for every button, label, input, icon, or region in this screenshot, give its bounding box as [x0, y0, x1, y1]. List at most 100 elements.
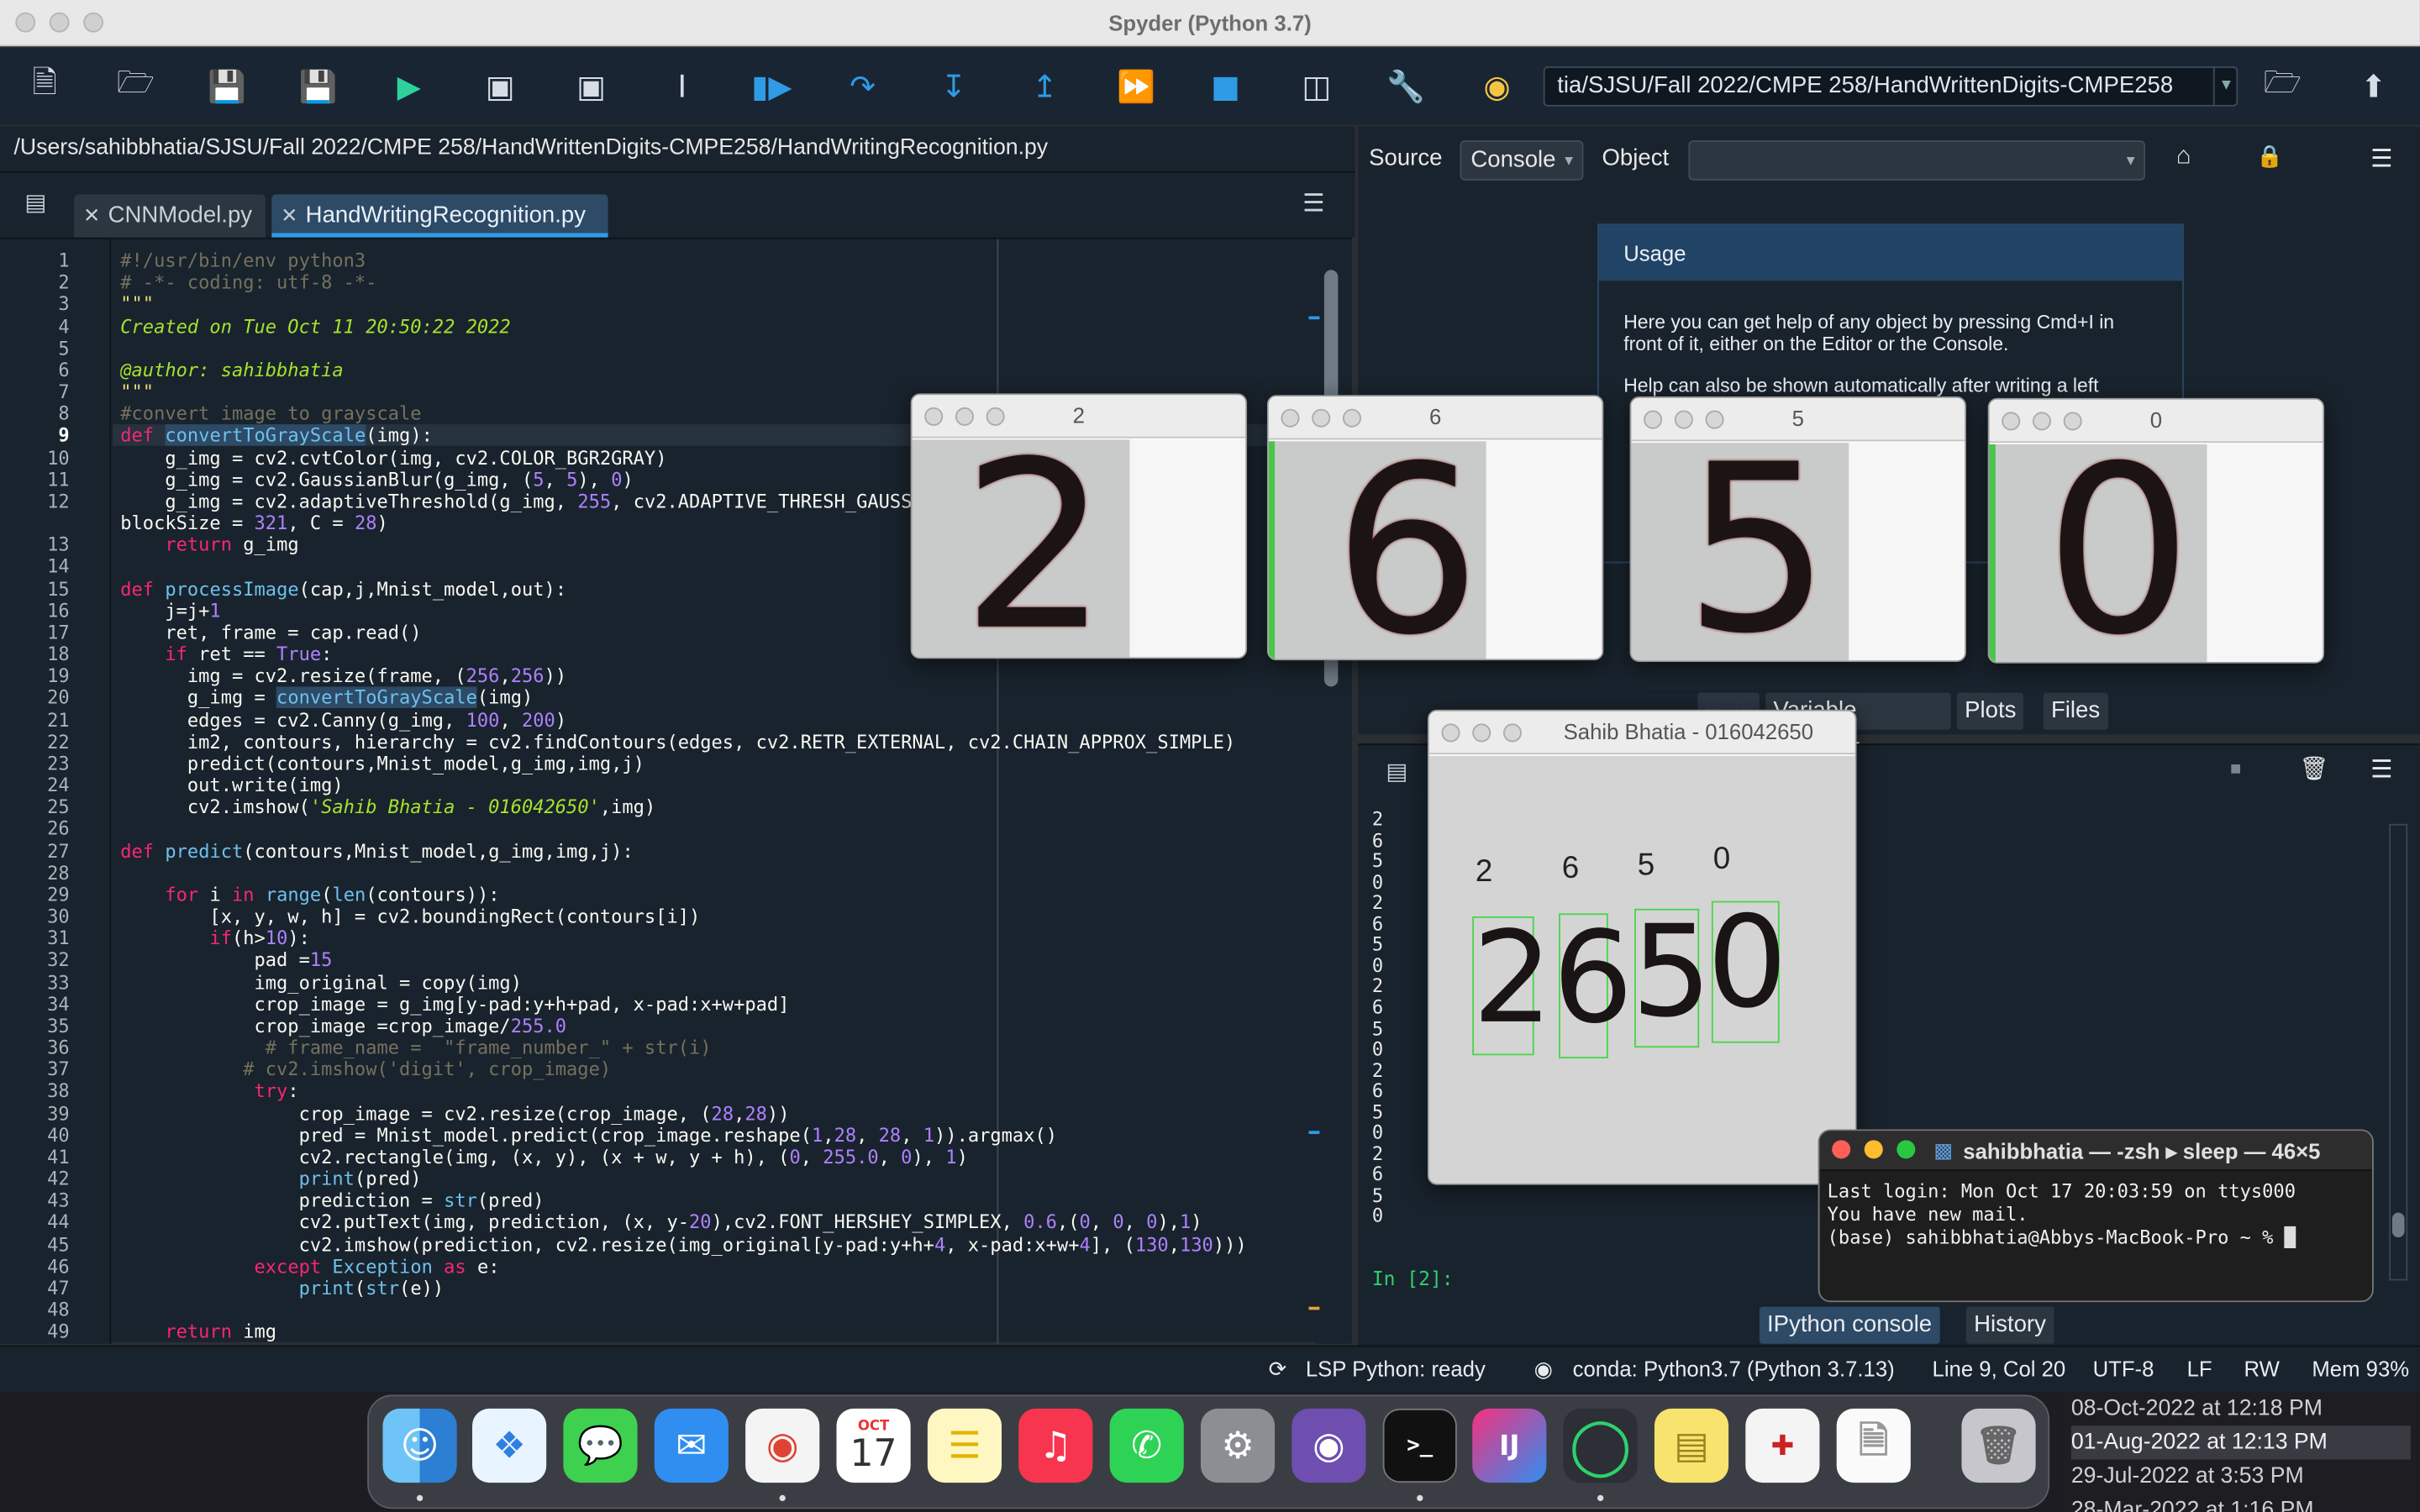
console-output-line: 6 [1371, 912, 1384, 935]
terminal-prompt[interactable]: (base) sahibbhatia@Abbys-MacBook-Pro ~ %… [1828, 1226, 2296, 1248]
help-options-menu-icon[interactable]: ☰ [2370, 144, 2392, 175]
document-icon[interactable]: 🗎 [1836, 1408, 1911, 1483]
stickies-icon[interactable]: ▤ [1654, 1408, 1729, 1483]
file-list-item[interactable]: 28-Mar-2022 at 1:16 PM [2071, 1494, 2411, 1512]
digit-window-title: 5 [1791, 406, 1804, 431]
close-tab-icon[interactable]: ✕ [83, 194, 100, 237]
code-line: j=j+1 [120, 599, 221, 622]
line-number: 1 [58, 249, 70, 272]
terminal-prompt-text: (base) sahibbhatia@Abbys-MacBook-Pro ~ % [1827, 1226, 2285, 1248]
notes-icon[interactable]: ☰ [927, 1408, 1002, 1483]
digit-window-titlebar[interactable]: 2 [912, 395, 1246, 438]
main-frame-titlebar[interactable]: Sahib Bhatia - 016042650 [1428, 711, 1855, 755]
debug-icon[interactable]: ▮▶ [751, 66, 792, 107]
python-path-icon[interactable]: ◉ [1477, 66, 1518, 107]
console-prompt[interactable]: In [2]: [1372, 1267, 1454, 1290]
chrome-icon[interactable]: ◉ [745, 1408, 820, 1483]
terminal-line: Last login: Mon Oct 17 20:03:59 on ttys0… [1827, 1180, 2296, 1202]
close-window-button[interactable] [1832, 1140, 1851, 1159]
digit-window-titlebar[interactable]: 0 [1989, 399, 2323, 444]
stop-icon[interactable]: ■ [1205, 66, 1245, 107]
lock-icon[interactable]: 🔒 [2256, 144, 2283, 170]
stop-kernel-icon[interactable]: ■ [2230, 758, 2241, 780]
editor-options-menu-icon[interactable]: ☰ [1302, 188, 1324, 219]
new-file-icon[interactable]: 🗎 [24, 63, 65, 107]
trash-can-icon[interactable]: 🗑 [1961, 1408, 2036, 1483]
tab-history[interactable]: History [1965, 1306, 2054, 1344]
object-combo[interactable]: ▼ [1688, 140, 2146, 181]
preferences-icon[interactable]: 🔧 [1386, 66, 1426, 107]
close-tab-icon[interactable]: ✕ [281, 194, 297, 237]
digit-window-titlebar[interactable]: 6 [1268, 396, 1602, 440]
console-scroll-thumb[interactable] [2391, 1212, 2405, 1238]
system-preferences-icon[interactable]: ⚙ [1200, 1408, 1276, 1483]
rstudio-text-icon[interactable]: ✚ [1745, 1408, 1820, 1483]
messages-icon[interactable]: 💬 [563, 1408, 638, 1483]
continue-icon[interactable]: ⏩ [1116, 66, 1156, 107]
run-cell-icon[interactable]: ▣ [480, 66, 520, 107]
run-selection-icon[interactable]: I [662, 66, 702, 107]
terminal-window[interactable]: ▩ sahibbhatia — -zsh ▸ sleep — 46×5 Last… [1818, 1129, 2374, 1303]
open-file-icon[interactable]: 🗁 [116, 63, 156, 107]
save-all-icon[interactable]: 💾 [297, 66, 338, 107]
line-number: 21 [47, 709, 70, 731]
code-line: return g_img [165, 533, 299, 556]
trash-icon[interactable]: 🗑 [2300, 754, 2329, 782]
zoom-window-button[interactable] [1897, 1140, 1916, 1159]
file-list-item[interactable]: 01-Aug-2022 at 12:13 PM [2070, 1425, 2411, 1460]
step-into-icon[interactable]: ↧ [934, 66, 974, 107]
digit-crop-image: 0 [1989, 444, 2207, 662]
safari-icon[interactable]: ❖ [472, 1408, 547, 1483]
digit-window-6[interactable]: 6 6 [1266, 395, 1604, 661]
conda-icon: ◉ [1534, 1356, 1554, 1381]
working-directory-dropdown-icon[interactable]: ▼ [2212, 66, 2238, 107]
browse-tabs-icon[interactable]: ▤ [1386, 758, 1407, 785]
line-number: 36 [47, 1037, 70, 1059]
tab-plots[interactable]: Plots [1956, 692, 2024, 730]
maximize-pane-icon[interactable]: ◫ [1297, 66, 1337, 107]
github-desktop-icon[interactable]: ◉ [1292, 1408, 1366, 1483]
tab-files[interactable]: Files [2043, 692, 2108, 730]
line-number: 39 [47, 1102, 70, 1125]
step-return-icon[interactable]: ↥ [1025, 66, 1065, 107]
terminal-titlebar[interactable]: ▩ sahibbhatia — -zsh ▸ sleep — 46×5 [1819, 1131, 2373, 1172]
tab-cnnmodel[interactable]: ✕ CNNModel.py [74, 194, 266, 238]
source-combo[interactable]: Console ▼ [1460, 140, 1584, 181]
digit-window-2[interactable]: 2 2 [910, 393, 1248, 659]
run-icon[interactable]: ▶ [389, 66, 429, 107]
line-number: 2 [58, 271, 70, 294]
digit-window-5[interactable]: 5 5 [1629, 396, 1966, 662]
run-cell-advance-icon[interactable]: ▣ [571, 66, 612, 107]
music-icon[interactable]: ♫ [1018, 1408, 1093, 1483]
finder-icon[interactable]: ☺ [382, 1408, 457, 1483]
minimize-window-button[interactable] [1864, 1140, 1883, 1159]
browse-tabs-icon[interactable]: ▤ [24, 188, 46, 216]
parent-directory-icon[interactable]: ⬆ [2354, 66, 2394, 107]
working-directory-input[interactable]: tia/SJSU/Fall 2022/CMPE 258/HandWrittenD… [1543, 66, 2238, 107]
tab-handwritingrecognition[interactable]: ✕ HandWritingRecognition.py [271, 194, 608, 238]
calendar-icon[interactable]: OCT 17 [836, 1408, 911, 1483]
home-icon[interactable]: ⌂ [2176, 144, 2191, 171]
save-icon[interactable]: 💾 [207, 66, 247, 107]
terminal-icon[interactable]: >_ [1382, 1408, 1457, 1483]
browse-folder-icon[interactable]: 🗁 [2263, 63, 2303, 107]
handwritten-digit: 0 [1707, 890, 1788, 1037]
file-list-item[interactable]: 08-Oct-2022 at 12:18 PM [2071, 1392, 2411, 1425]
conda-status[interactable]: conda: Python3.7 (Python 3.7.13) [1573, 1356, 1895, 1380]
file-list: 08-Oct-2022 at 12:18 PM 01-Aug-2022 at 1… [2059, 1391, 2420, 1512]
digit-window-0[interactable]: 0 0 [1987, 397, 2325, 664]
lsp-status[interactable]: LSP Python: ready [1306, 1356, 1486, 1380]
step-over-icon[interactable]: ↷ [843, 66, 883, 107]
console-output-line: 6 [1371, 829, 1384, 852]
whatsapp-icon[interactable]: ✆ [1109, 1408, 1184, 1483]
main-frame-window[interactable]: Sahib Bhatia - 016042650 2 6 5 0 2 6 5 0 [1427, 709, 1857, 1185]
jupyter-icon[interactable]: ◯ [1563, 1408, 1638, 1483]
console-options-menu-icon[interactable]: ☰ [2370, 754, 2392, 785]
intellij-icon[interactable]: IJ [1472, 1408, 1547, 1483]
code-line: return img [165, 1320, 277, 1343]
console-output-line: 6 [1371, 1163, 1384, 1186]
digit-window-titlebar[interactable]: 5 [1631, 397, 1965, 442]
file-list-item[interactable]: 29-Jul-2022 at 3:53 PM [2071, 1460, 2411, 1494]
mail-icon[interactable]: ✉ [654, 1408, 729, 1483]
tab-ipython-console[interactable]: IPython console [1759, 1306, 1940, 1344]
